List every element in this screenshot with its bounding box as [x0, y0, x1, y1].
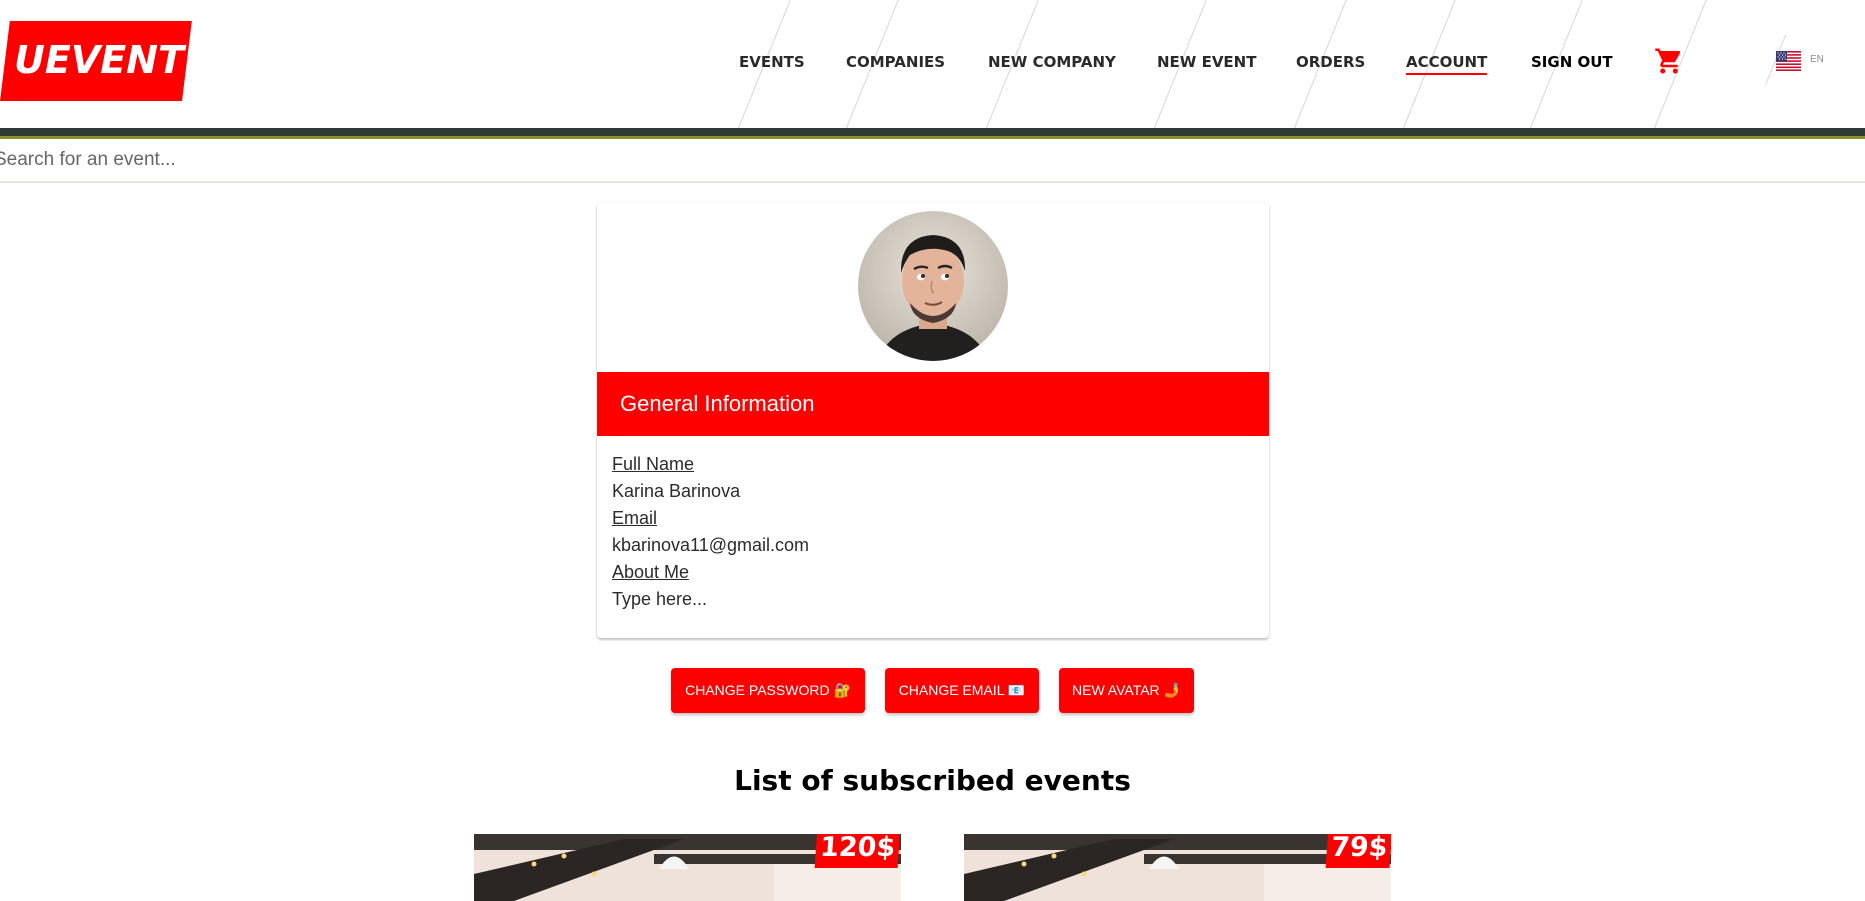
nav-new-company[interactable]: NEW COMPANY: [988, 52, 1116, 72]
logo-text[interactable]: UEVENT: [14, 36, 184, 84]
email-value: kbarinova11@gmail.com: [612, 535, 810, 555]
profile-card: General Information Full Name Karina Bar…: [597, 203, 1269, 638]
general-information-header: General Information: [597, 372, 1269, 436]
us-flag-icon[interactable]: [1776, 51, 1801, 71]
email-label: Email: [612, 508, 658, 528]
event-price-badge: 79$: [1325, 834, 1391, 868]
full-name-value: Karina Barinova: [612, 481, 741, 501]
nav-sign-out[interactable]: SIGN OUT: [1531, 52, 1613, 72]
top-header: UEVENT EVENTS COMPANIES NEW COMPANY NEW …: [0, 0, 1865, 128]
nav-events[interactable]: EVENTS: [739, 52, 805, 72]
nav-new-event[interactable]: NEW EVENT: [1157, 52, 1256, 72]
section-title: General Information: [620, 391, 815, 416]
header-divider-bar: [0, 128, 1865, 136]
nav-companies[interactable]: COMPANIES: [846, 52, 945, 72]
event-card[interactable]: 120$: [474, 834, 901, 901]
subscribed-events-title: List of subscribed events: [734, 764, 1131, 797]
about-me-label: About Me: [612, 562, 690, 582]
nav-orders[interactable]: ORDERS: [1296, 52, 1365, 72]
search-input[interactable]: [0, 139, 1865, 183]
change-email-button[interactable]: CHANGE EMAIL 📧: [885, 668, 1039, 713]
cart-icon[interactable]: [1654, 46, 1684, 76]
event-card[interactable]: 79$: [964, 834, 1391, 901]
full-name-label: Full Name: [612, 454, 695, 474]
language-label[interactable]: EN: [1810, 54, 1824, 65]
event-price-badge: 120$: [814, 834, 901, 868]
new-avatar-button[interactable]: NEW AVATAR 🤳: [1059, 668, 1194, 713]
about-me-field[interactable]: Type here...: [612, 589, 707, 610]
nav-account[interactable]: ACCOUNT: [1406, 52, 1488, 75]
avatar: [858, 211, 1008, 361]
change-password-button[interactable]: CHANGE PASSWORD 🔐: [671, 668, 865, 713]
